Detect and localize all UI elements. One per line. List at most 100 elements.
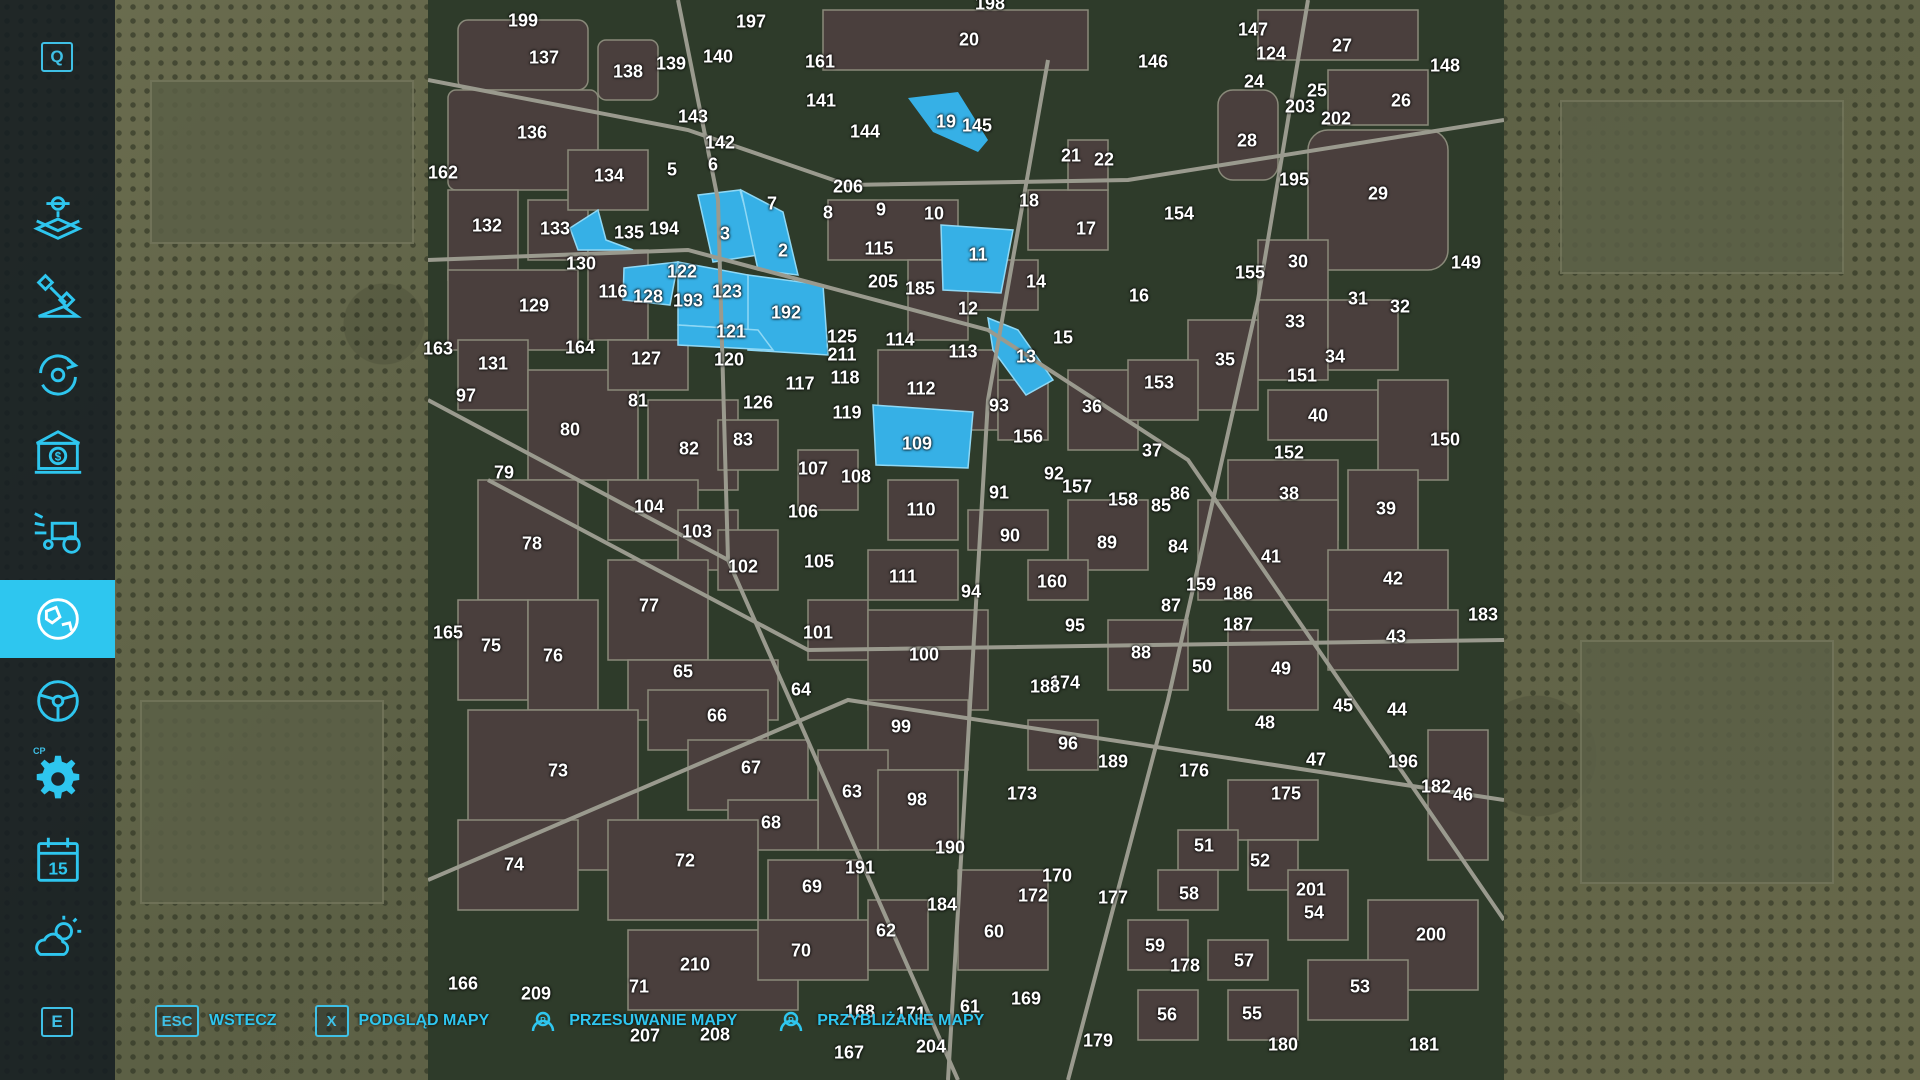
field-label[interactable]: 82 <box>679 439 699 460</box>
steering-wheel-icon[interactable] <box>0 662 115 740</box>
field-label[interactable]: 6 <box>708 155 718 176</box>
field-label[interactable]: 26 <box>1391 91 1411 112</box>
field-label[interactable]: 191 <box>845 858 875 879</box>
field-label[interactable]: 148 <box>1430 56 1460 77</box>
field-label[interactable]: 144 <box>850 122 880 143</box>
field-label[interactable]: 7 <box>767 194 777 215</box>
field-label[interactable]: 48 <box>1255 713 1275 734</box>
field-label[interactable]: 185 <box>905 279 935 300</box>
field-label[interactable]: 194 <box>649 219 679 240</box>
field-label[interactable]: 151 <box>1287 366 1317 387</box>
field-label[interactable]: 135 <box>614 223 644 244</box>
field-label[interactable]: 167 <box>834 1043 864 1064</box>
field-label[interactable]: 17 <box>1076 219 1096 240</box>
field-label[interactable]: 122 <box>667 262 697 283</box>
field-label[interactable]: 138 <box>613 62 643 83</box>
field-label[interactable]: 133 <box>540 219 570 240</box>
finances-icon[interactable]: $ <box>0 414 115 492</box>
field-label[interactable]: 30 <box>1288 252 1308 273</box>
field-label[interactable]: 155 <box>1235 263 1265 284</box>
field-label[interactable]: 85 <box>1151 496 1171 517</box>
field-label[interactable]: 179 <box>1083 1031 1113 1052</box>
field-label[interactable]: 67 <box>741 758 761 779</box>
field-label[interactable]: 197 <box>736 12 766 33</box>
field-label[interactable]: 32 <box>1390 297 1410 318</box>
field-label[interactable]: 166 <box>448 974 478 995</box>
field-label[interactable]: 28 <box>1237 131 1257 152</box>
field-label[interactable]: 97 <box>456 386 476 407</box>
field-label[interactable]: 34 <box>1325 347 1345 368</box>
field-label[interactable]: 140 <box>703 47 733 68</box>
field-label[interactable]: 11 <box>968 245 987 266</box>
field-label[interactable]: 88 <box>1131 643 1151 664</box>
field-label[interactable]: 54 <box>1304 903 1324 924</box>
field-label[interactable]: 51 <box>1194 836 1214 857</box>
field-label[interactable]: 94 <box>961 582 981 603</box>
field-label[interactable]: 157 <box>1062 477 1092 498</box>
calendar-icon[interactable]: 15 <box>0 822 115 900</box>
settings-gear-icon[interactable] <box>0 740 115 818</box>
field-label[interactable]: 104 <box>634 497 664 518</box>
field-label[interactable]: 181 <box>1409 1035 1439 1056</box>
hint-zoom-map[interactable]: R PRZYBLIŻANIE MAPY <box>775 1005 984 1037</box>
field-label[interactable]: 170 <box>1042 866 1072 887</box>
field-label[interactable]: 199 <box>508 11 538 32</box>
field-label[interactable]: 193 <box>673 291 703 312</box>
field-label[interactable]: 136 <box>517 123 547 144</box>
hint-pan-map[interactable]: R PRZESUWANIE MAPY <box>527 1005 737 1037</box>
field-label[interactable]: 37 <box>1142 441 1162 462</box>
field-label[interactable]: 42 <box>1383 569 1403 590</box>
field-label[interactable]: 152 <box>1274 443 1304 464</box>
field-label[interactable]: 71 <box>629 977 649 998</box>
field-label[interactable]: 160 <box>1037 572 1067 593</box>
hint-map-overview[interactable]: X PODGLĄD MAPY <box>314 1005 489 1037</box>
field-label[interactable]: 69 <box>802 877 822 898</box>
field-label[interactable]: 190 <box>935 838 965 859</box>
field-label[interactable]: 87 <box>1161 596 1181 617</box>
field-label[interactable]: 21 <box>1061 146 1081 167</box>
field-label[interactable]: 158 <box>1108 490 1138 511</box>
field-label[interactable]: 161 <box>805 52 835 73</box>
field-label[interactable]: 173 <box>1007 784 1037 805</box>
field-label[interactable]: 149 <box>1451 253 1481 274</box>
field-label[interactable]: 202 <box>1321 109 1351 130</box>
field-label[interactable]: 206 <box>833 177 863 198</box>
map-icon[interactable] <box>0 580 115 658</box>
field-label[interactable]: 175 <box>1271 784 1301 805</box>
field-label[interactable]: 66 <box>707 706 727 727</box>
hint-back[interactable]: ESC WSTECZ <box>155 1005 277 1037</box>
field-label[interactable]: 10 <box>924 204 944 225</box>
field-label[interactable]: 8 <box>823 203 833 224</box>
field-label[interactable]: 86 <box>1170 484 1190 505</box>
field-label[interactable]: 121 <box>716 322 746 343</box>
field-label[interactable]: 50 <box>1192 657 1212 678</box>
field-label[interactable]: 36 <box>1082 397 1102 418</box>
field-label[interactable]: 31 <box>1348 289 1368 310</box>
field-label[interactable]: 180 <box>1268 1035 1298 1056</box>
field-label[interactable]: 141 <box>806 91 836 112</box>
field-label[interactable]: 45 <box>1333 696 1353 717</box>
field-label[interactable]: 60 <box>984 922 1004 943</box>
field-label[interactable]: 150 <box>1430 430 1460 451</box>
field-label[interactable]: 39 <box>1376 499 1396 520</box>
field-label[interactable]: 19 <box>936 112 956 133</box>
field-label[interactable]: 143 <box>678 107 708 128</box>
field-label[interactable]: 184 <box>927 895 957 916</box>
field-label[interactable]: 113 <box>948 342 977 363</box>
field-label[interactable]: 201 <box>1296 880 1326 901</box>
field-label[interactable]: 2 <box>778 241 788 262</box>
field-label[interactable]: 79 <box>494 463 514 484</box>
field-label[interactable]: 108 <box>841 467 871 488</box>
field-label[interactable]: 165 <box>433 623 463 644</box>
field-label[interactable]: 3 <box>720 224 730 245</box>
field-label[interactable]: 124 <box>1256 44 1286 65</box>
field-label[interactable]: 38 <box>1279 484 1299 505</box>
field-label[interactable]: 196 <box>1388 752 1418 773</box>
field-label[interactable]: 114 <box>885 330 914 351</box>
weather-icon[interactable] <box>0 900 115 978</box>
field-label[interactable]: 142 <box>705 133 735 154</box>
field-label[interactable]: 123 <box>712 282 742 303</box>
field-label[interactable]: 112 <box>906 379 935 400</box>
field-label[interactable]: 139 <box>656 54 686 75</box>
field-label[interactable]: 95 <box>1065 616 1085 637</box>
